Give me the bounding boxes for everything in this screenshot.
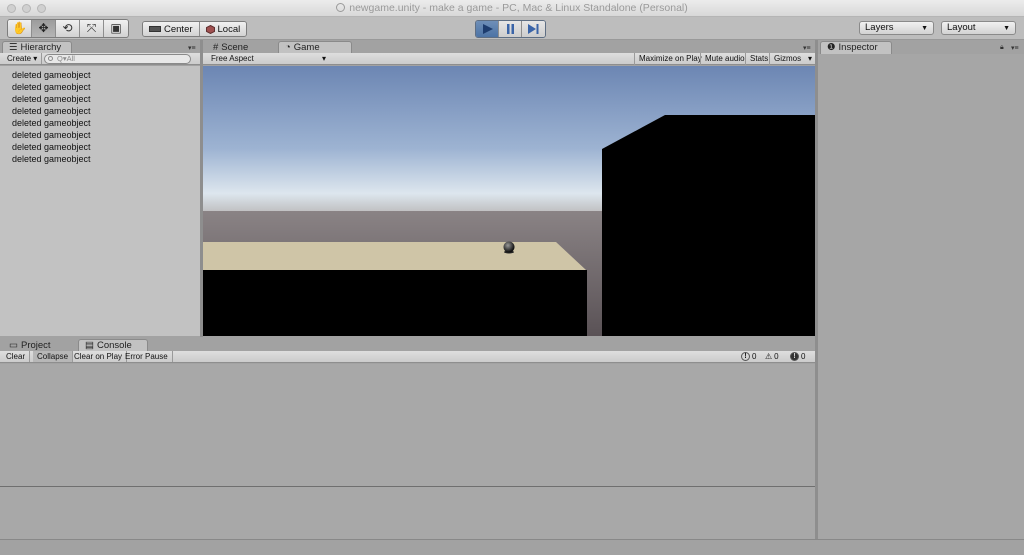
window-title: newgame.unity - make a game - PC, Mac & … — [349, 2, 688, 14]
warning-count-toggle[interactable]: ⚠ 0 — [765, 351, 779, 362]
search-icon — [48, 56, 53, 61]
chevron-down-icon: ▾ — [807, 54, 812, 63]
panel-menu-icon[interactable]: ▾≡ — [188, 44, 196, 52]
hierarchy-toolbar: Create ▾ Q▾All — [0, 53, 200, 65]
black-cube — [602, 115, 815, 336]
rect-tool-icon[interactable]: ▣ — [104, 20, 128, 37]
hierarchy-tabbar: ☰ Hierarchy ▾≡ — [0, 40, 200, 54]
platform-top — [203, 242, 586, 270]
main-toolbar: ✋ ✥ ⟲ ⤧ ▣ Center Local Layers ▼ Layout ▼ — [0, 17, 1024, 40]
info-count: 0 — [752, 352, 757, 361]
tab-scene-label: Scene — [221, 41, 249, 53]
console-clear-button[interactable]: Clear — [2, 351, 31, 362]
transform-tools: ✋ ✥ ⟲ ⤧ ▣ — [7, 19, 129, 38]
tab-inspector-label: Inspector — [838, 42, 878, 53]
play-icon — [482, 24, 493, 34]
pause-icon — [506, 24, 514, 34]
pivot-toggles: Center Local — [142, 21, 248, 37]
pivot-center-button[interactable]: Center — [143, 22, 200, 36]
play-button[interactable] — [476, 21, 499, 37]
step-button[interactable] — [522, 21, 545, 37]
error-icon: ! — [790, 352, 799, 361]
console-log-list[interactable] — [0, 364, 815, 486]
gizmos-label: Gizmos — [774, 54, 802, 63]
info-icon: ! — [741, 352, 750, 361]
rotate-tool-icon[interactable]: ⟲ — [56, 20, 80, 37]
error-count: 0 — [801, 352, 806, 361]
pivot-local-label: Local — [217, 23, 241, 35]
hierarchy-create-button[interactable]: Create ▾ — [3, 53, 43, 64]
move-tool-icon[interactable]: ✥ — [32, 20, 56, 37]
pivot-center-label: Center — [164, 23, 193, 35]
aspect-label: Free Aspect — [211, 54, 254, 63]
list-item[interactable]: deleted gameobject — [12, 130, 91, 140]
info-icon: ❶ — [827, 42, 836, 53]
layout-dropdown[interactable]: Layout ▼ — [941, 21, 1016, 35]
playback-controls — [475, 20, 546, 38]
warning-icon: ⚠ — [765, 352, 773, 361]
grid-icon: # — [213, 41, 219, 53]
game-viewport[interactable] — [203, 66, 815, 336]
chevron-down-icon: ▼ — [1003, 25, 1010, 32]
error-count-toggle[interactable]: ! 0 — [790, 351, 805, 362]
list-item[interactable]: deleted gameobject — [12, 142, 91, 152]
maximize-on-play-toggle[interactable]: Maximize on Play — [634, 53, 706, 65]
unity-icon — [336, 3, 346, 12]
mute-audio-toggle[interactable]: Mute audio — [700, 53, 749, 65]
layout-label: Layout — [947, 22, 976, 33]
layers-label: Layers — [865, 22, 894, 33]
hierarchy-list: deleted gameobject deleted gameobject de… — [0, 66, 200, 336]
bottom-tabbar: ▭ Project ▤ Console — [0, 338, 815, 352]
gizmos-dropdown[interactable]: Gizmos ▾ — [769, 53, 815, 65]
list-item[interactable]: deleted gameobject — [12, 94, 91, 104]
ball — [503, 241, 515, 253]
console-collapse-toggle[interactable]: Collapse — [33, 351, 74, 362]
pivot-local-button[interactable]: Local — [199, 22, 247, 36]
scene-game-tabbar: # Scene ◔ Game ▾≡ — [203, 40, 815, 54]
console-toolbar: Clear Collapse Clear on Play Error Pause… — [0, 351, 815, 363]
aspect-dropdown[interactable]: Free Aspect ▾ — [207, 53, 329, 65]
panel-menu-icon[interactable]: ▾≡ — [803, 44, 811, 52]
folder-icon: ▭ — [9, 339, 18, 351]
console-error-pause-toggle[interactable]: Error Pause — [121, 351, 173, 362]
search-placeholder: Q▾All — [57, 54, 75, 63]
chevron-down-icon: ▼ — [921, 25, 928, 32]
status-bar — [0, 539, 1024, 555]
lock-icon[interactable]: 🔒︎ — [1000, 44, 1004, 52]
inspector-body — [818, 54, 1024, 539]
list-item[interactable]: deleted gameobject — [12, 70, 91, 80]
list-item[interactable]: deleted gameobject — [12, 118, 91, 128]
list-item[interactable]: deleted gameobject — [12, 106, 91, 116]
panel-menu-icon[interactable]: ▾≡ — [1011, 44, 1019, 52]
list-item[interactable]: deleted gameobject — [12, 82, 91, 92]
tab-inspector[interactable]: ❶ Inspector — [820, 41, 892, 54]
pause-button[interactable] — [499, 21, 522, 37]
layers-dropdown[interactable]: Layers ▼ — [859, 21, 934, 35]
game-render — [203, 66, 815, 336]
warning-count: 0 — [774, 352, 779, 361]
platform-side — [203, 270, 587, 336]
title-bar: newgame.unity - make a game - PC, Mac & … — [0, 0, 1024, 17]
game-toolbar: Free Aspect ▾ Maximize on Play Mute audi… — [203, 53, 815, 65]
console-detail-area — [0, 487, 815, 539]
create-label: Create — [7, 54, 32, 63]
console-clear-on-play-toggle[interactable]: Clear on Play — [70, 351, 128, 362]
inspector-tabbar: ❶ Inspector 🔒︎ ▾≡ — [818, 40, 1024, 54]
hierarchy-search-input[interactable]: Q▾All — [44, 54, 191, 64]
scale-tool-icon[interactable]: ⤧ — [80, 20, 104, 37]
pivot-icon — [149, 26, 161, 32]
local-cube-icon — [205, 24, 215, 34]
chevron-down-icon: ▾ — [321, 54, 326, 63]
tab-project-label: Project — [20, 339, 51, 351]
step-icon — [528, 24, 539, 34]
list-item[interactable]: deleted gameobject — [12, 154, 91, 164]
hand-tool-icon[interactable]: ✋ — [8, 20, 32, 37]
info-count-toggle[interactable]: ! 0 — [741, 351, 756, 362]
